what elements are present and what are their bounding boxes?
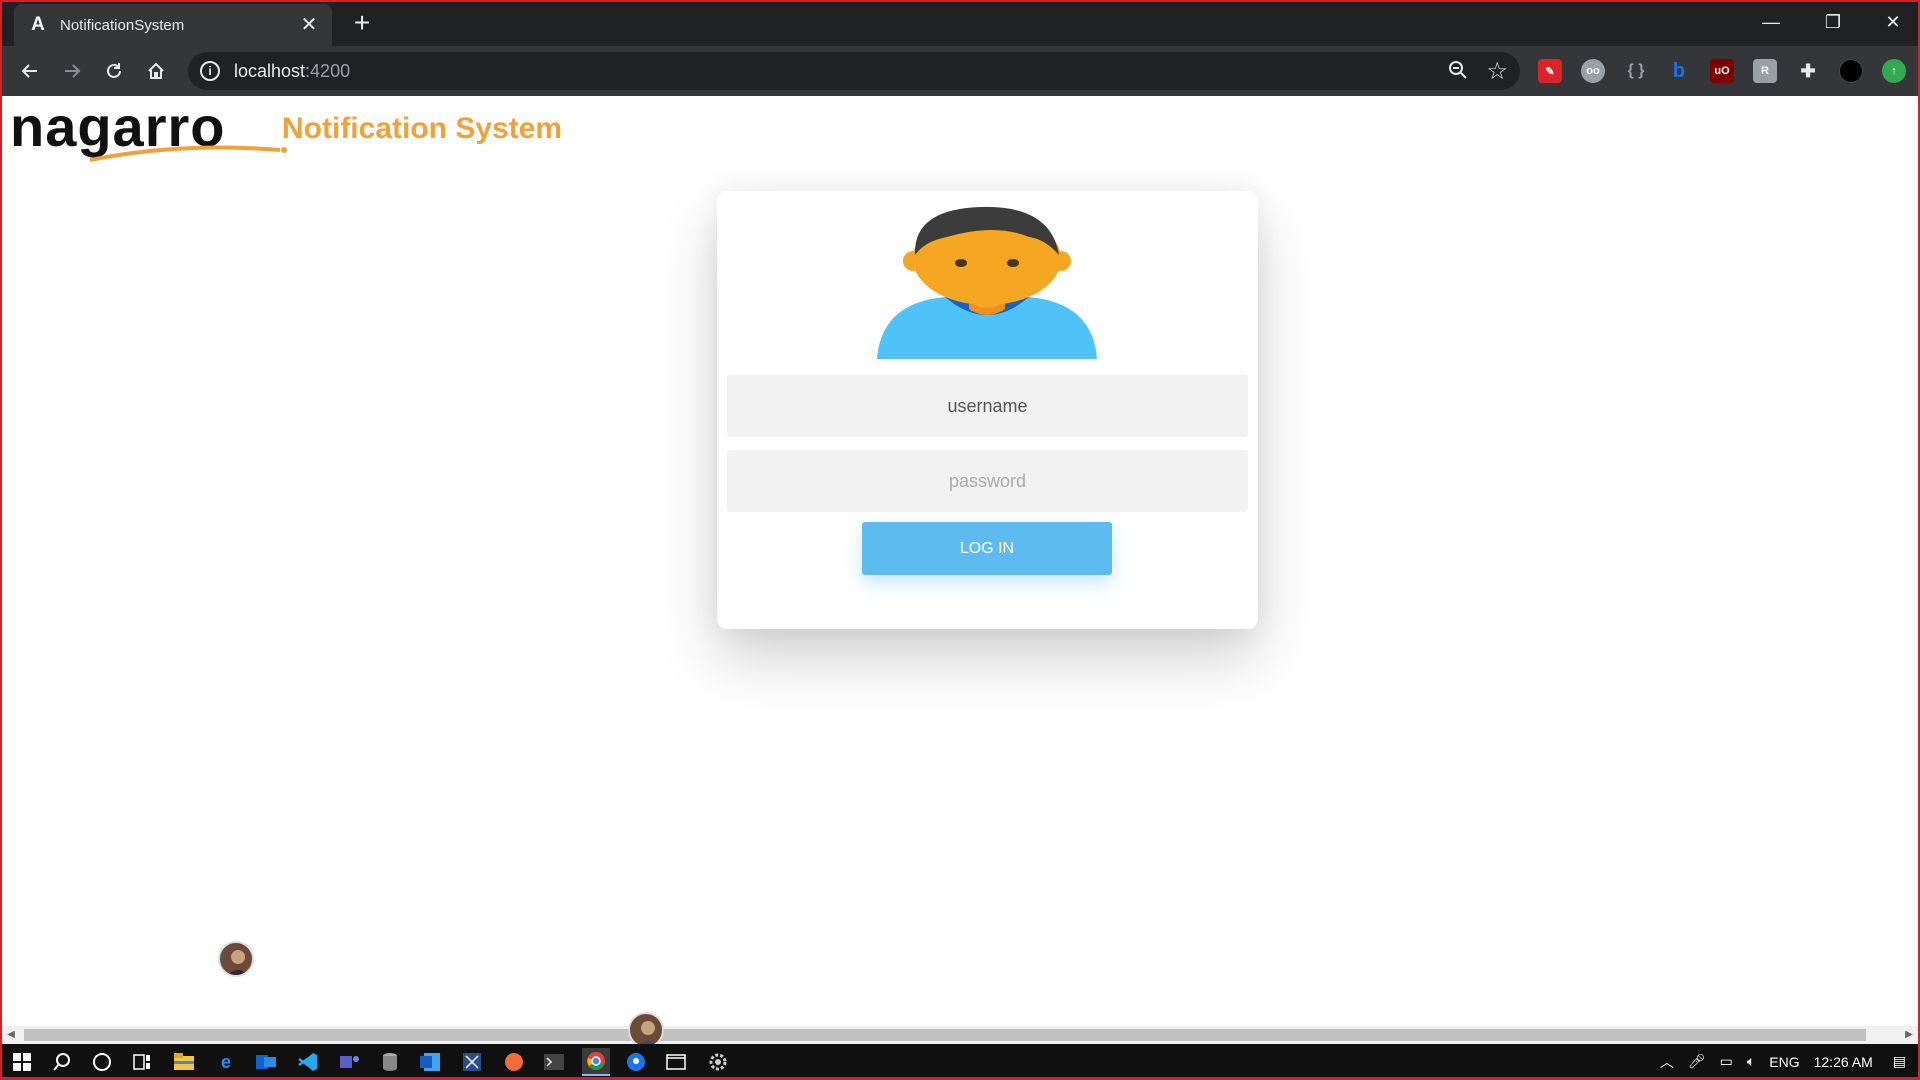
page-viewport: nagarro Notification System username LOG… [2,96,1918,1026]
extension-glasses-icon[interactable]: oo [1581,59,1605,83]
zoom-icon[interactable] [1448,60,1468,86]
extension-braces-icon[interactable]: { } [1624,59,1648,83]
browser-toolbar: i localhost:4200 ☆ ✎ oo { } b uO R ✚ ↑ [2,46,1918,96]
close-window-button[interactable]: ✕ [1868,6,1918,38]
search-icon[interactable] [48,1048,76,1076]
login-card: LOG IN [717,191,1258,629]
password-input[interactable] [727,450,1248,512]
postman-icon[interactable] [500,1048,528,1076]
vscode-icon[interactable] [294,1048,322,1076]
restore-button[interactable]: ❐ [1808,6,1858,38]
scrollbar-thumb[interactable] [24,1029,1866,1041]
browser-tab[interactable]: A NotificationSystem ✕ [14,4,332,46]
back-icon [21,64,37,78]
extension-ublock-icon[interactable]: uO [1710,59,1734,83]
back-button[interactable] [14,55,46,87]
clock-time[interactable]: 12:26 AM [1814,1054,1873,1070]
maps-pin-icon[interactable] [622,1048,650,1076]
home-icon [148,62,164,79]
participant-avatar-2 [628,1012,664,1048]
minimize-button[interactable]: — [1746,6,1796,38]
profile-avatar[interactable] [1839,59,1863,83]
database-icon[interactable] [376,1048,404,1076]
extension-grey-icon[interactable]: R [1753,59,1777,83]
reload-button[interactable] [98,55,130,87]
settings-gear-icon[interactable] [704,1048,732,1076]
forward-icon [65,64,81,78]
outlook-icon[interactable] [252,1048,280,1076]
network-icon[interactable]: ▭ [1720,1053,1733,1070]
extension-red-icon[interactable]: ✎ [1538,59,1562,83]
screen: A NotificationSystem ✕ + — ❐ ✕ i localho… [0,0,1920,1080]
system-tray: ︿ 🎤︎ ▭ 🔈︎ ENG 12:26 AM ▤ [1660,1044,1906,1077]
word-icon[interactable] [416,1048,444,1076]
url-host: localhost [234,61,306,81]
terminal-icon[interactable] [540,1048,568,1076]
teams-icon[interactable] [336,1048,364,1076]
window-app-icon[interactable] [662,1048,690,1076]
home-button[interactable] [140,55,172,87]
windows-taskbar: e ︿ 🎤︎ ▭ 🔈︎ ENG 12:26 AM ▤ [2,1044,1918,1077]
task-view-icon[interactable] [128,1048,156,1076]
url-port: :4200 [305,61,351,81]
scroll-right-icon[interactable]: ▶ [1902,1028,1916,1042]
file-explorer-icon[interactable] [170,1048,198,1076]
bookmark-star-icon[interactable]: ☆ [1486,57,1508,86]
url-text: localhost:4200 [234,61,350,82]
notifications-icon[interactable]: ▤ [1893,1053,1906,1070]
username-input[interactable] [727,375,1248,437]
tab-title: NotificationSystem [60,16,185,34]
cortana-icon[interactable] [88,1048,116,1076]
tab-strip: A NotificationSystem ✕ + — ❐ ✕ [2,2,1918,46]
user-avatar-icon [877,206,1097,359]
forward-button[interactable] [56,55,88,87]
logo-swoosh [90,145,287,162]
info-icon[interactable]: i [200,61,220,81]
extensions-icon[interactable]: ✚ [1796,59,1820,83]
participant-avatar [218,941,254,977]
tray-expand-icon[interactable]: ︿ [1660,1052,1674,1072]
chrome-icon[interactable] [582,1048,610,1076]
extension-bing-icon[interactable]: b [1667,59,1691,83]
reload-icon [107,63,121,78]
app-title: Notification System [282,112,563,145]
microphone-icon[interactable]: 🎤︎ [1688,1053,1706,1070]
language-indicator[interactable]: ENG [1769,1054,1799,1070]
scroll-left-icon[interactable]: ◀ [4,1028,18,1042]
edge-icon[interactable]: e [212,1048,240,1076]
nagarro-logo: nagarro [10,96,287,166]
update-icon[interactable]: ↑ [1882,59,1906,83]
address-bar[interactable]: i localhost:4200 ☆ [188,52,1520,90]
angular-favicon-icon: A [31,14,45,35]
network-tool-icon[interactable] [458,1048,486,1076]
close-tab-icon[interactable]: ✕ [298,14,320,36]
new-tab-button[interactable]: + [348,9,376,38]
volume-icon[interactable]: 🔈︎ [1747,1053,1755,1070]
login-button[interactable]: LOG IN [862,522,1112,575]
horizontal-scrollbar[interactable]: ◀ ▶ [2,1026,1918,1044]
windows-start-icon[interactable] [8,1048,36,1076]
